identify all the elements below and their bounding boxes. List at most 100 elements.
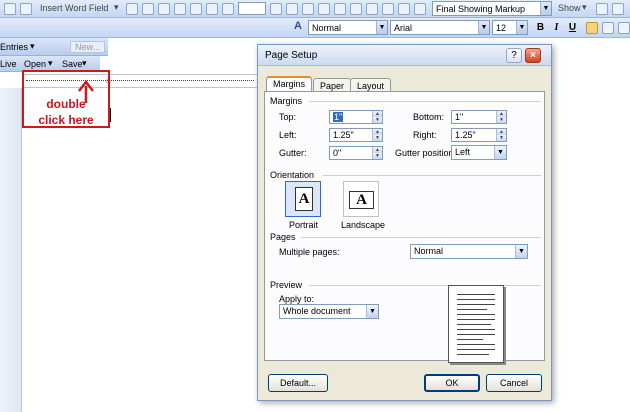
toolbar-icon[interactable] [350,3,362,15]
gutter-value: 0" [333,148,342,158]
markup-combo[interactable]: Final Showing Markup ▼ [432,1,552,16]
chevron-down-icon[interactable]: ▼ [376,21,387,34]
chevron-down-icon[interactable]: ▼ [478,21,489,34]
style-value: Normal [312,22,342,33]
mailmerge-toolbar: Entries ▾ New... [0,38,108,56]
top-margin-value: 1" [333,112,344,122]
italic-button[interactable]: I [550,21,563,35]
gutter-position-select[interactable]: Left ▼ [451,145,507,160]
left-margin-spinner[interactable]: 1.25" ▲ ▼ [329,128,383,142]
annotation-line-2: click here [38,113,94,127]
gutter-label: Gutter: [279,148,307,158]
styles-icon[interactable]: A [294,20,302,32]
apply-to-select[interactable]: Whole document ▼ [279,304,379,319]
cancel-button[interactable]: Cancel [486,374,542,392]
toolbar-icon[interactable] [286,3,298,15]
style-combo[interactable]: Normal ▼ [308,20,388,35]
chevron-down-icon[interactable]: ▾ [82,58,87,69]
help-button[interactable]: ? [506,48,522,63]
toolbar-icon[interactable] [414,3,426,15]
bottom-margin-spinner[interactable]: 1" ▲ ▼ [451,110,507,124]
font-combo[interactable]: Arial ▼ [390,20,490,35]
new-button[interactable]: New... [70,41,106,53]
gutter-spinner[interactable]: 0" ▲ ▼ [329,146,383,160]
text-cursor [110,108,111,122]
dialog-titlebar[interactable]: Page Setup ? × [258,45,551,66]
landscape-option[interactable]: A [343,181,379,217]
align-left-icon[interactable] [586,22,598,34]
chevron-down-icon[interactable]: ▾ [582,2,587,13]
chevron-down-icon[interactable]: ▼ [515,245,527,258]
toolbar-icon[interactable] [174,3,186,15]
chevron-down-icon[interactable]: ▾ [30,41,35,52]
toolbar-icon[interactable] [206,3,218,15]
chevron-down-icon[interactable]: ▼ [366,305,378,318]
vertical-ruler[interactable] [0,88,22,412]
toolbar-icon[interactable] [190,3,202,15]
chevron-down-icon[interactable]: ▾ [114,2,119,13]
preview-line [457,349,495,350]
preview-line [457,344,495,345]
preview-line [457,309,487,310]
bottom-label: Bottom: [413,112,445,122]
group-divider [309,101,541,102]
toolbar-icon[interactable] [334,3,346,15]
toolbar-icon[interactable] [318,3,330,15]
ok-button[interactable]: OK [424,374,480,392]
gutter-position-label: Gutter position: [395,148,457,158]
chevron-down-icon[interactable]: ▾ [48,58,53,69]
spin-down-icon[interactable]: ▼ [372,117,382,123]
font-size-combo[interactable]: 12 ▼ [492,20,528,35]
toolbar-icon[interactable] [126,3,138,15]
document-page[interactable] [22,88,258,412]
spin-down-icon[interactable]: ▼ [372,135,382,141]
bold-button[interactable]: B [534,21,547,35]
record-number-field[interactable] [238,2,266,15]
group-divider [323,175,541,176]
right-margin-spinner[interactable]: 1.25" ▲ ▼ [451,128,507,142]
preview-line [457,324,491,325]
standard-toolbar: Insert Word Field ▾ Final Showing Markup… [0,0,630,18]
toolbar-icon[interactable] [382,3,394,15]
orientation-group-label: Orientation [270,170,315,180]
toolbar-icon[interactable] [158,3,170,15]
multiple-pages-value: Normal [414,246,444,256]
entries-button[interactable]: Entries [0,42,28,52]
preview-line [457,339,483,340]
align-center-icon[interactable] [602,22,614,34]
top-margin-spinner[interactable]: 1" ▲ ▼ [329,110,383,124]
save-button[interactable]: Save [62,59,83,69]
show-menu-button[interactable]: Show [558,3,581,13]
gutter-position-value: Left [455,147,471,157]
live-button[interactable]: Live [0,59,17,69]
portrait-label: Portrait [289,220,319,230]
open-button[interactable]: Open [24,59,46,69]
spin-down-icon[interactable]: ▼ [372,153,382,159]
toolbar-icon[interactable] [20,3,32,15]
toolbar-icon[interactable] [366,3,378,15]
toolbar-icon[interactable] [596,3,608,15]
chevron-down-icon[interactable]: ▼ [516,21,527,34]
multiple-pages-select[interactable]: Normal ▼ [410,244,528,259]
chevron-down-icon[interactable]: ▼ [494,146,506,159]
page-setup-dialog: Page Setup ? × Margins Paper Layout Marg… [257,44,552,401]
toolbar-icon[interactable] [142,3,154,15]
default-button[interactable]: Default... [268,374,328,392]
insert-word-field-button[interactable]: Insert Word Field [40,3,108,13]
underline-button[interactable]: U [566,21,579,35]
apply-to-value: Whole document [283,306,351,316]
align-right-icon[interactable] [618,22,630,34]
toolbar-icon[interactable] [398,3,410,15]
spin-down-icon[interactable]: ▼ [496,135,506,141]
toolbar-icon[interactable] [4,3,16,15]
toolbar-icon[interactable] [222,3,234,15]
landscape-label: Landscape [341,220,386,230]
close-button[interactable]: × [525,48,541,63]
toolbar-icon[interactable] [612,3,624,15]
chevron-down-icon[interactable]: ▼ [540,2,551,15]
spin-down-icon[interactable]: ▼ [496,117,506,123]
toolbar-icon[interactable] [302,3,314,15]
preview-line [457,314,495,315]
portrait-option[interactable]: A [285,181,321,217]
toolbar-icon[interactable] [270,3,282,15]
